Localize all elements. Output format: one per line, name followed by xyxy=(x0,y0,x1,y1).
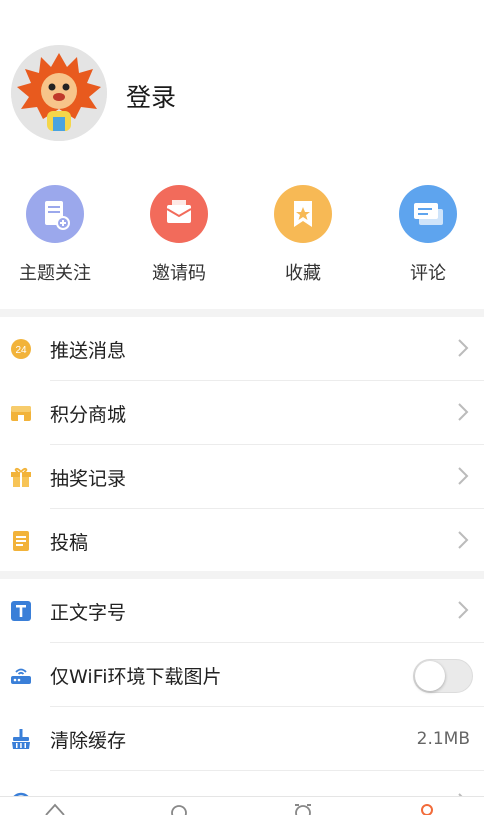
menu-item-points-store[interactable]: 积分商城 xyxy=(0,381,484,445)
broom-icon xyxy=(12,729,30,749)
avatar[interactable] xyxy=(11,45,107,141)
profile-header[interactable]: 登录 xyxy=(0,0,484,170)
quick-action-topic-follow[interactable]: 主题关注 xyxy=(5,185,105,285)
wifi-only-toggle[interactable] xyxy=(413,659,473,693)
toggle-knob xyxy=(415,661,445,691)
quick-actions: 主题关注 邀请码 收藏 评论 xyxy=(0,185,484,295)
router-icon xyxy=(11,668,31,684)
chevron-right-icon xyxy=(458,531,469,549)
quick-action-invite-code[interactable]: 邀请码 xyxy=(129,185,229,285)
menu-item-clear-cache[interactable]: 清除缓存 2.1MB xyxy=(0,707,484,771)
push-24-icon: 24 xyxy=(11,339,31,359)
chevron-right-icon xyxy=(458,403,469,421)
bottom-tab-bar xyxy=(0,796,484,815)
discover-tab-icon[interactable] xyxy=(168,801,190,815)
chevron-right-icon xyxy=(458,339,469,357)
login-link[interactable]: 登录 xyxy=(126,78,176,114)
chevron-right-icon xyxy=(458,467,469,485)
cache-size-value: 2.1MB xyxy=(416,729,470,749)
font-size-icon xyxy=(11,601,31,621)
menu-item-wifi-only-images: 仅WiFi环境下载图片 xyxy=(0,643,484,707)
home-tab-icon[interactable] xyxy=(44,801,66,815)
section-divider xyxy=(0,571,484,579)
menu-item-push-messages[interactable]: 24 推送消息 xyxy=(0,317,484,381)
chat-icon xyxy=(399,185,457,243)
clock-tab-icon[interactable] xyxy=(292,801,314,815)
mail-icon xyxy=(150,185,208,243)
quick-action-comments[interactable]: 评论 xyxy=(378,185,478,285)
menu-item-partial[interactable] xyxy=(0,771,484,796)
quick-action-favorites[interactable]: 收藏 xyxy=(253,185,353,285)
menu-item-submit[interactable]: 投稿 xyxy=(0,509,484,573)
store-icon xyxy=(11,406,31,421)
bookmark-icon xyxy=(274,185,332,243)
menu-item-font-size[interactable]: 正文字号 xyxy=(0,579,484,643)
menu-item-lottery-records[interactable]: 抽奖记录 xyxy=(0,445,484,509)
chevron-right-icon xyxy=(458,601,469,619)
svg-text:24: 24 xyxy=(15,345,27,356)
doc-add-icon xyxy=(26,185,84,243)
section-divider xyxy=(0,309,484,317)
profile-tab-icon[interactable] xyxy=(416,801,438,815)
gift-icon xyxy=(11,467,31,487)
submit-doc-icon xyxy=(13,531,29,551)
lion-mascot-icon xyxy=(11,45,107,141)
